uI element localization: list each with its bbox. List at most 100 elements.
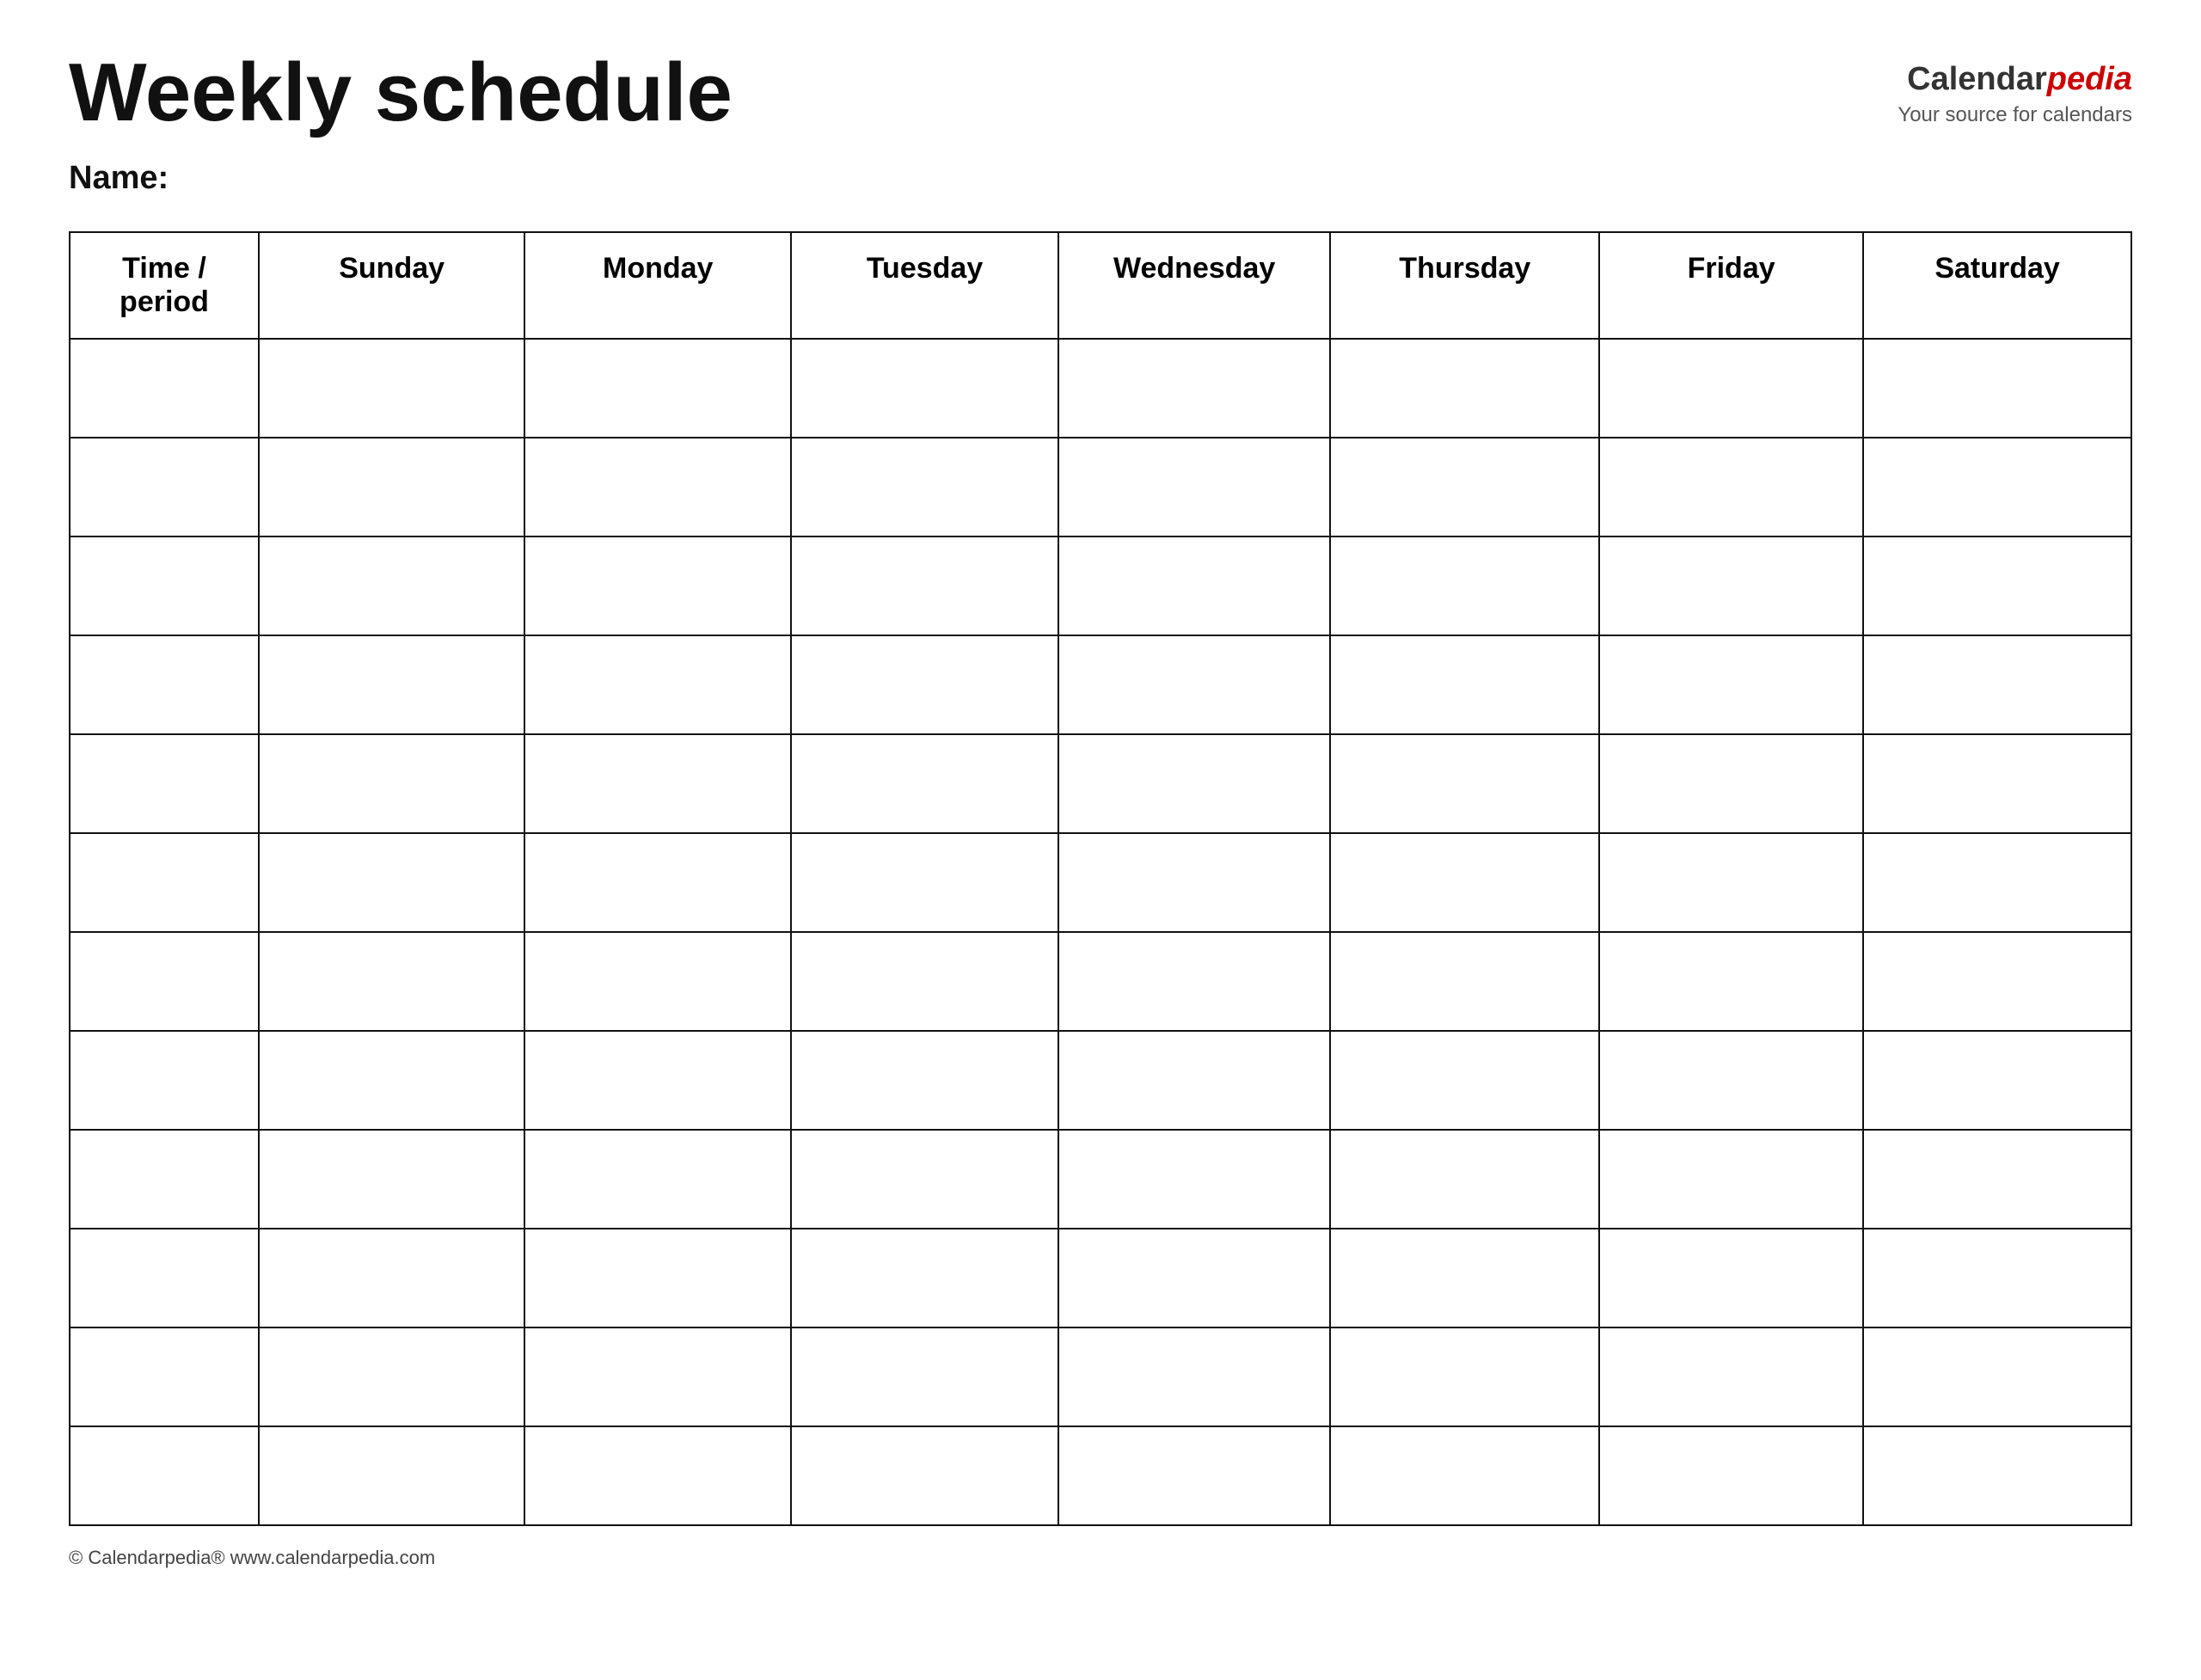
schedule-cell[interactable]	[1863, 833, 2131, 932]
schedule-cell[interactable]	[524, 1327, 791, 1426]
schedule-cell[interactable]	[1330, 1426, 1599, 1525]
schedule-cell[interactable]	[1058, 932, 1331, 1031]
schedule-cell[interactable]	[1330, 1229, 1599, 1327]
schedule-cell[interactable]	[1599, 734, 1863, 833]
schedule-cell[interactable]	[259, 635, 524, 734]
time-cell[interactable]	[70, 932, 259, 1031]
schedule-cell[interactable]	[1330, 536, 1599, 635]
schedule-cell[interactable]	[1330, 1327, 1599, 1426]
footer: © Calendarpedia® www.calendarpedia.com	[69, 1547, 2132, 1569]
schedule-cell[interactable]	[259, 1229, 524, 1327]
schedule-cell[interactable]	[1058, 1130, 1331, 1229]
table-row	[70, 339, 2131, 438]
schedule-cell[interactable]	[1330, 438, 1599, 536]
schedule-cell[interactable]	[524, 932, 791, 1031]
schedule-cell[interactable]	[791, 734, 1058, 833]
schedule-cell[interactable]	[1863, 932, 2131, 1031]
schedule-cell[interactable]	[791, 1031, 1058, 1130]
schedule-cell[interactable]	[1863, 1426, 2131, 1525]
time-cell[interactable]	[70, 339, 259, 438]
schedule-cell[interactable]	[1058, 536, 1331, 635]
time-cell[interactable]	[70, 438, 259, 536]
schedule-cell[interactable]	[524, 536, 791, 635]
schedule-cell[interactable]	[259, 1426, 524, 1525]
schedule-cell[interactable]	[1599, 833, 1863, 932]
schedule-cell[interactable]	[1863, 1229, 2131, 1327]
schedule-cell[interactable]	[1330, 635, 1599, 734]
schedule-cell[interactable]	[259, 932, 524, 1031]
schedule-cell[interactable]	[791, 339, 1058, 438]
time-cell[interactable]	[70, 1327, 259, 1426]
schedule-cell[interactable]	[1058, 1327, 1331, 1426]
schedule-cell[interactable]	[1599, 1426, 1863, 1525]
schedule-cell[interactable]	[524, 833, 791, 932]
schedule-cell[interactable]	[259, 1130, 524, 1229]
time-cell[interactable]	[70, 734, 259, 833]
time-cell[interactable]	[70, 1426, 259, 1525]
schedule-cell[interactable]	[524, 339, 791, 438]
schedule-cell[interactable]	[1863, 635, 2131, 734]
schedule-cell[interactable]	[1863, 1327, 2131, 1426]
schedule-cell[interactable]	[1599, 339, 1863, 438]
time-cell[interactable]	[70, 1130, 259, 1229]
schedule-cell[interactable]	[791, 1426, 1058, 1525]
schedule-cell[interactable]	[1058, 339, 1331, 438]
time-cell[interactable]	[70, 635, 259, 734]
schedule-cell[interactable]	[1863, 734, 2131, 833]
schedule-cell[interactable]	[1863, 1031, 2131, 1130]
schedule-cell[interactable]	[524, 1130, 791, 1229]
schedule-cell[interactable]	[1330, 734, 1599, 833]
schedule-cell[interactable]	[1058, 635, 1331, 734]
schedule-cell[interactable]	[791, 833, 1058, 932]
schedule-cell[interactable]	[259, 1031, 524, 1130]
schedule-cell[interactable]	[1599, 635, 1863, 734]
schedule-cell[interactable]	[524, 438, 791, 536]
schedule-cell[interactable]	[524, 1031, 791, 1130]
schedule-cell[interactable]	[1330, 833, 1599, 932]
schedule-cell[interactable]	[1058, 1426, 1331, 1525]
schedule-cell[interactable]	[1330, 1130, 1599, 1229]
schedule-cell[interactable]	[1058, 1229, 1331, 1327]
schedule-cell[interactable]	[524, 635, 791, 734]
schedule-cell[interactable]	[791, 438, 1058, 536]
schedule-cell[interactable]	[1330, 339, 1599, 438]
schedule-cell[interactable]	[1058, 1031, 1331, 1130]
schedule-cell[interactable]	[259, 734, 524, 833]
schedule-cell[interactable]	[1599, 1031, 1863, 1130]
schedule-cell[interactable]	[259, 339, 524, 438]
schedule-cell[interactable]	[1599, 1130, 1863, 1229]
schedule-cell[interactable]	[791, 1327, 1058, 1426]
schedule-cell[interactable]	[259, 438, 524, 536]
schedule-cell[interactable]	[791, 635, 1058, 734]
schedule-cell[interactable]	[1599, 932, 1863, 1031]
time-cell[interactable]	[70, 1031, 259, 1130]
schedule-cell[interactable]	[791, 536, 1058, 635]
schedule-cell[interactable]	[259, 1327, 524, 1426]
schedule-cell[interactable]	[1330, 932, 1599, 1031]
table-row	[70, 833, 2131, 932]
schedule-cell[interactable]	[259, 536, 524, 635]
schedule-cell[interactable]	[1599, 1327, 1863, 1426]
schedule-cell[interactable]	[1058, 438, 1331, 536]
schedule-cell[interactable]	[791, 1130, 1058, 1229]
schedule-cell[interactable]	[1058, 734, 1331, 833]
schedule-cell[interactable]	[524, 734, 791, 833]
schedule-cell[interactable]	[1599, 536, 1863, 635]
time-cell[interactable]	[70, 833, 259, 932]
schedule-cell[interactable]	[1330, 1031, 1599, 1130]
schedule-cell[interactable]	[1058, 833, 1331, 932]
time-cell[interactable]	[70, 536, 259, 635]
schedule-cell[interactable]	[1599, 1229, 1863, 1327]
time-cell[interactable]	[70, 1229, 259, 1327]
schedule-cell[interactable]	[791, 1229, 1058, 1327]
schedule-cell[interactable]	[524, 1426, 791, 1525]
schedule-cell[interactable]	[524, 1229, 791, 1327]
schedule-cell[interactable]	[791, 932, 1058, 1031]
schedule-cell[interactable]	[1863, 1130, 2131, 1229]
schedule-cell[interactable]	[1599, 438, 1863, 536]
schedule-cell[interactable]	[1863, 339, 2131, 438]
schedule-cell[interactable]	[259, 833, 524, 932]
schedule-cell[interactable]	[1863, 438, 2131, 536]
table-row	[70, 734, 2131, 833]
schedule-cell[interactable]	[1863, 536, 2131, 635]
